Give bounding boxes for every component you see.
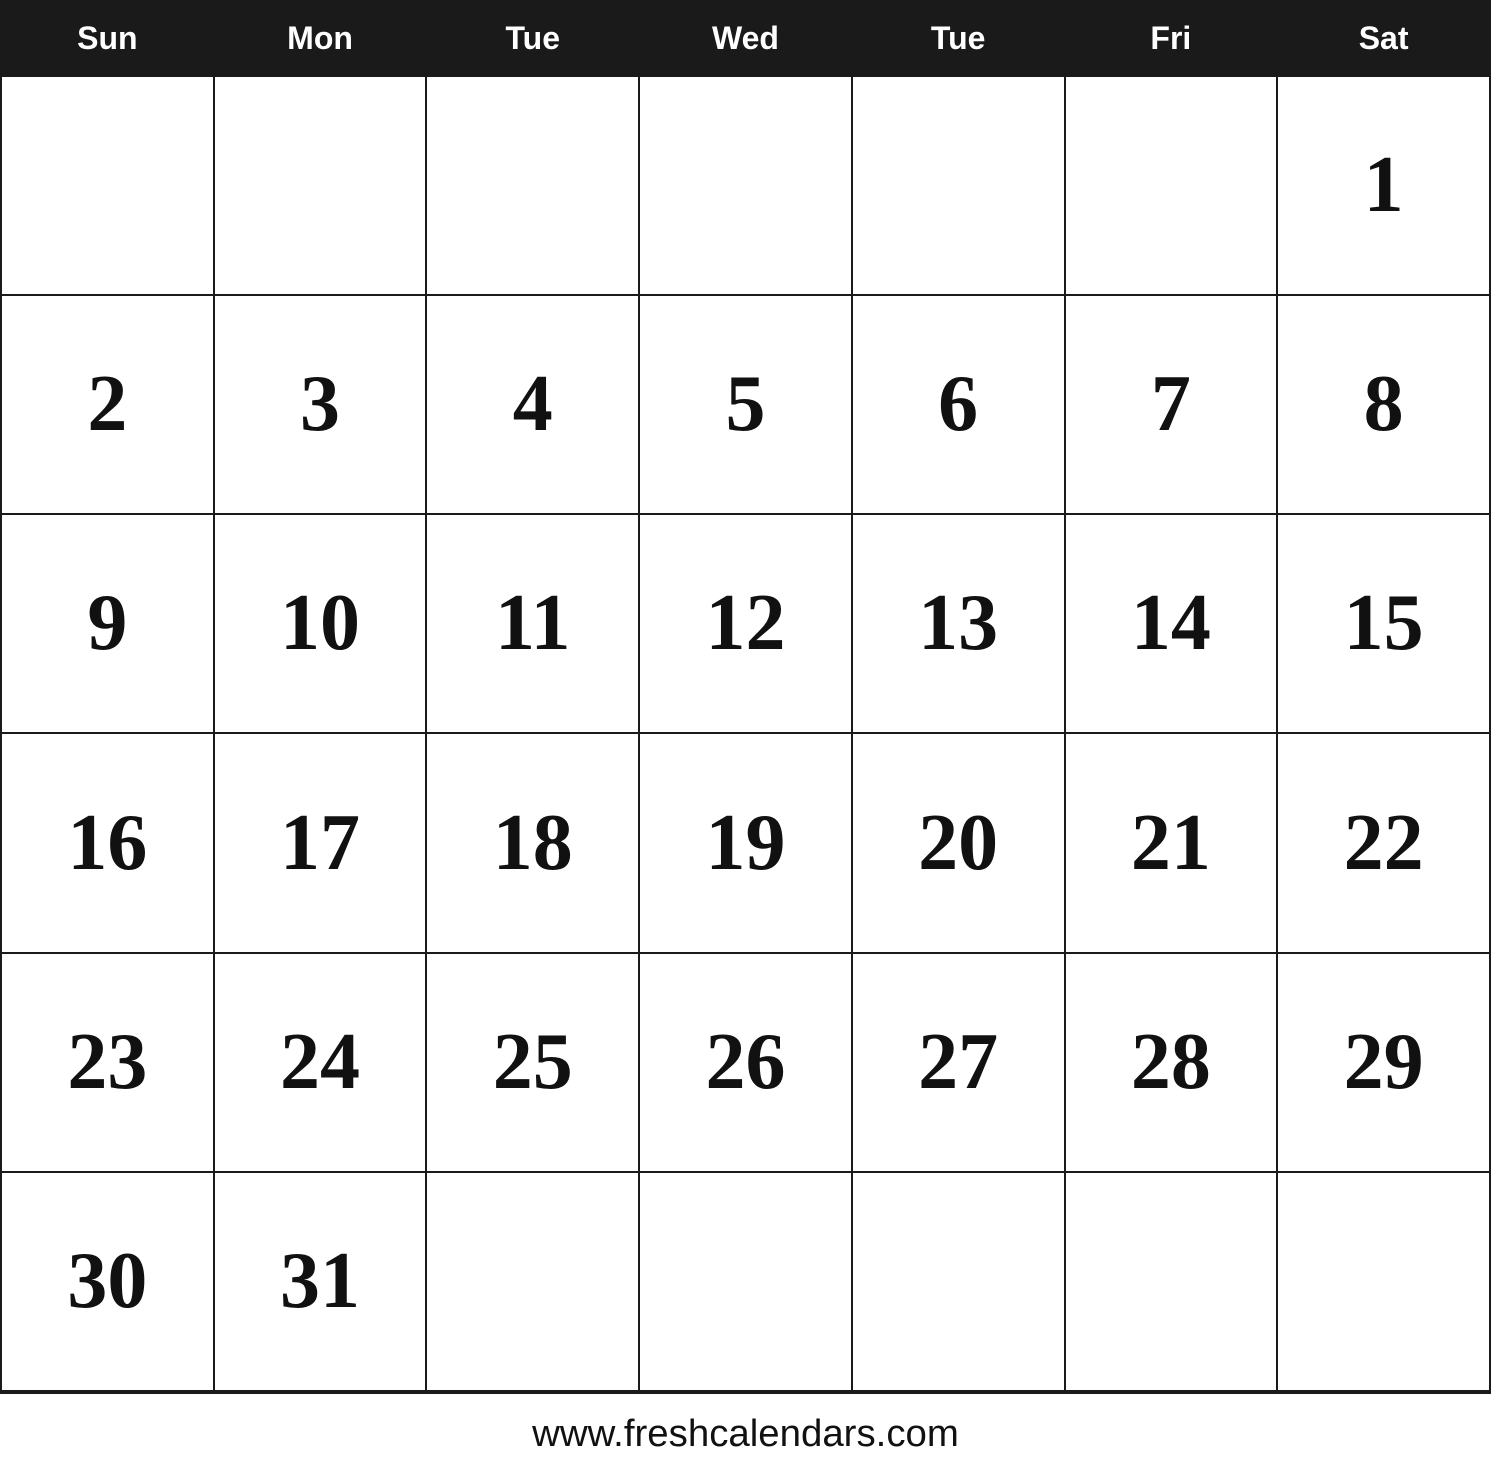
day-30: 30 [1,1172,214,1391]
day-2: 2 [1,295,214,514]
empty-cell-0-1 [214,76,427,295]
empty-cell-5-4 [852,1172,1065,1391]
day-19: 19 [639,733,852,952]
day-11: 11 [426,514,639,733]
week-row-2: 9101112131415 [1,514,1490,733]
header-day-mon-1: Mon [214,1,427,76]
header-day-fri-5: Fri [1065,1,1278,76]
header-day-tue-4: Tue [852,1,1065,76]
day-27: 27 [852,953,1065,1172]
day-9: 9 [1,514,214,733]
header-row: SunMonTueWedTueFriSat [1,1,1490,76]
empty-cell-5-2 [426,1172,639,1391]
day-24: 24 [214,953,427,1172]
day-16: 16 [1,733,214,952]
day-20: 20 [852,733,1065,952]
day-26: 26 [639,953,852,1172]
empty-cell-0-2 [426,76,639,295]
day-14: 14 [1065,514,1278,733]
week-row-3: 16171819202122 [1,733,1490,952]
week-row-4: 23242526272829 [1,953,1490,1172]
calendar-table: SunMonTueWedTueFriSat 123456789101112131… [0,0,1491,1392]
empty-cell-0-0 [1,76,214,295]
empty-cell-0-4 [852,76,1065,295]
day-6: 6 [852,295,1065,514]
day-21: 21 [1065,733,1278,952]
header-day-tue-2: Tue [426,1,639,76]
day-10: 10 [214,514,427,733]
day-31: 31 [214,1172,427,1391]
day-29: 29 [1277,953,1490,1172]
empty-cell-5-6 [1277,1172,1490,1391]
day-5: 5 [639,295,852,514]
week-row-1: 2345678 [1,295,1490,514]
day-18: 18 [426,733,639,952]
day-22: 22 [1277,733,1490,952]
day-15: 15 [1277,514,1490,733]
day-25: 25 [426,953,639,1172]
day-7: 7 [1065,295,1278,514]
day-3: 3 [214,295,427,514]
day-4: 4 [426,295,639,514]
day-17: 17 [214,733,427,952]
header-day-sat-6: Sat [1277,1,1490,76]
empty-cell-0-5 [1065,76,1278,295]
day-23: 23 [1,953,214,1172]
day-13: 13 [852,514,1065,733]
week-row-5: 3031 [1,1172,1490,1391]
header-day-sun-0: Sun [1,1,214,76]
day-8: 8 [1277,295,1490,514]
day-12: 12 [639,514,852,733]
week-row-0: 1 [1,76,1490,295]
header-day-wed-3: Wed [639,1,852,76]
empty-cell-0-3 [639,76,852,295]
empty-cell-5-3 [639,1172,852,1391]
day-28: 28 [1065,953,1278,1172]
empty-cell-5-5 [1065,1172,1278,1391]
calendar-wrapper: SunMonTueWedTueFriSat 123456789101112131… [0,0,1491,1466]
day-1: 1 [1277,76,1490,295]
footer-text: www.freshcalendars.com [0,1392,1491,1466]
